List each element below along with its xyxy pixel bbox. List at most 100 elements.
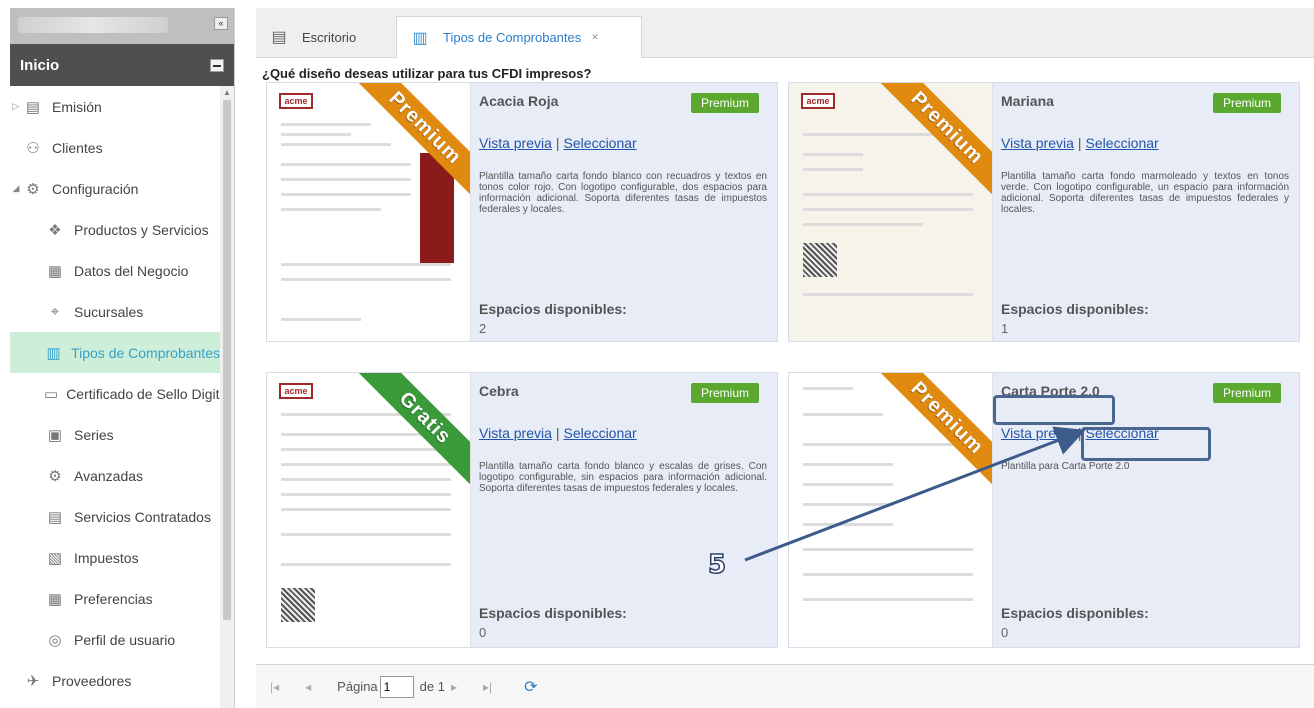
last-page-icon[interactable]: ▸|	[483, 680, 492, 694]
config-icon: ⚙	[26, 180, 40, 198]
acme-logo: acme	[279, 93, 313, 109]
sidebar-item-avanzadas[interactable]: ⚙ Avanzadas	[10, 455, 234, 496]
sidebar-item-series[interactable]: ▣ Series	[10, 414, 234, 455]
first-page-icon[interactable]: |◂	[270, 680, 279, 694]
tab-label: Escritorio	[302, 29, 357, 45]
template-thumbnail[interactable]: acme Premium	[267, 83, 471, 341]
services-icon: ▤	[47, 508, 63, 526]
pagination-bar: |◂ ◂ Página de 1 ▸ ▸| ⟳	[256, 664, 1314, 708]
series-icon: ▣	[47, 426, 63, 444]
close-tab-icon[interactable]: ✕	[591, 32, 599, 43]
spaces-label: Espacios disponibles:	[1001, 605, 1149, 621]
scrollbar-thumb[interactable]	[223, 100, 231, 620]
preview-link[interactable]: Vista previa	[479, 135, 552, 151]
sidebar-item-tipos-comprobantes[interactable]: ▥ Tipos de Comprobantes	[10, 332, 234, 373]
sidebar-item-certificado[interactable]: ▭ Certificado de Sello Digital	[10, 373, 234, 414]
template-title: Cebra	[479, 383, 519, 399]
sidebar-item-configuracion[interactable]: ◢ ⚙ Configuración	[10, 168, 234, 209]
tab-bar: ▤ Escritorio ▥ Tipos de Comprobantes ✕	[256, 8, 1314, 58]
sidebar-item-servicios[interactable]: ▤ Servicios Contratados	[10, 496, 234, 537]
select-link[interactable]: Seleccionar	[564, 425, 637, 441]
sidebar-item-label: Sucursales	[74, 303, 144, 320]
preview-link[interactable]: Vista previa	[1001, 425, 1074, 441]
branch-icon: ⌖	[50, 303, 60, 320]
sidebar-top-bar: «	[10, 8, 234, 44]
template-thumbnail[interactable]: acme Gratis	[267, 373, 471, 647]
blurred-logo	[18, 17, 168, 33]
sidebar-item-perfil[interactable]: ◎ Perfil de usuario	[10, 619, 234, 660]
sidebar-item-label: Tipos de Comprobantes	[71, 344, 220, 361]
sidebar-scrollbar[interactable]: ▲	[220, 86, 234, 708]
sidebar-item-label: Perfil de usuario	[74, 631, 176, 648]
template-card-acacia-roja: acme Premium Acacia Roja Premium Vista p…	[266, 82, 778, 342]
premium-badge: Premium	[1212, 383, 1281, 403]
sidebar-item-datos-negocio[interactable]: ▦ Datos del Negocio	[10, 250, 234, 291]
refresh-icon[interactable]: ⟳	[524, 677, 537, 697]
desktop-icon: ▤	[271, 29, 287, 46]
sidebar-item-label: Productos y Servicios	[74, 221, 209, 238]
sidebar-header[interactable]: Inicio	[10, 44, 234, 86]
sidebar-item-sucursales[interactable]: ⌖ Sucursales	[10, 291, 234, 332]
preview-link[interactable]: Vista previa	[479, 425, 552, 441]
template-thumbnail[interactable]: Premium	[789, 373, 993, 647]
emision-icon: ▤	[25, 98, 41, 116]
template-thumbnail[interactable]: acme Premium	[789, 83, 993, 341]
sidebar-item-emision[interactable]: ▷ ▤ Emisión	[10, 86, 234, 127]
taxes-icon: ▧	[47, 549, 63, 567]
sidebar-item-label: Emisión	[52, 98, 102, 115]
template-links: Vista previa | Seleccionar	[479, 135, 637, 151]
sidebar-item-label: Clientes	[52, 139, 103, 156]
tab-escritorio[interactable]: ▤ Escritorio	[256, 16, 394, 58]
collapse-sidebar-button[interactable]: «	[214, 17, 228, 30]
sidebar-item-productos[interactable]: ❖ Productos y Servicios	[10, 209, 234, 250]
premium-badge: Premium	[690, 383, 759, 403]
sidebar-item-proveedores[interactable]: ✈ Proveedores	[10, 660, 234, 701]
template-description: Plantilla tamaño carta fondo marmoleado …	[1001, 171, 1289, 215]
advanced-icon: ⚙	[48, 467, 62, 485]
spaces-label: Espacios disponibles:	[479, 301, 627, 317]
expand-arrow-icon[interactable]: ▷	[10, 101, 22, 112]
highlight-select-box	[1081, 427, 1211, 461]
page-question: ¿Qué diseño deseas utilizar para tus CFD…	[262, 66, 592, 81]
sidebar-item-label: Impuestos	[74, 549, 139, 566]
template-description: Plantilla para Carta Porte 2.0	[1001, 461, 1130, 472]
step-number-annotation: 5	[707, 549, 727, 581]
select-link[interactable]: Seleccionar	[564, 135, 637, 151]
preview-link[interactable]: Vista previa	[1001, 135, 1074, 151]
select-link[interactable]: Seleccionar	[1086, 135, 1159, 151]
collapse-arrow-icon[interactable]: ◢	[10, 183, 22, 194]
template-links: Vista previa | Seleccionar	[479, 425, 637, 441]
template-grid: acme Premium Acacia Roja Premium Vista p…	[266, 82, 1314, 648]
sidebar-item-impuestos[interactable]: ▧ Impuestos	[10, 537, 234, 578]
sidebar-item-label: Avanzadas	[74, 467, 144, 484]
template-title: Mariana	[1001, 93, 1054, 109]
products-icon: ❖	[48, 221, 62, 239]
sidebar-item-clientes[interactable]: ⚇ Clientes	[10, 127, 234, 168]
premium-badge: Premium	[1212, 93, 1281, 113]
spaces-value: 0	[479, 625, 487, 640]
next-page-icon[interactable]: ▸	[451, 680, 457, 694]
spaces-label: Espacios disponibles:	[479, 605, 627, 621]
user-profile-icon: ◎	[48, 631, 62, 649]
sidebar-item-label: Preferencias	[74, 590, 153, 607]
business-icon: ▦	[47, 262, 63, 280]
template-card-mariana: acme Premium Mariana Premium Vista previ…	[788, 82, 1300, 342]
certificate-icon: ▭	[44, 385, 59, 403]
free-ribbon: Gratis	[354, 373, 470, 489]
minimize-icon[interactable]	[210, 58, 224, 72]
template-card-carta-porte: Premium Carta Porte 2.0 Premium Vista pr…	[788, 372, 1300, 648]
sidebar-item-preferencias[interactable]: ▦ Preferencias	[10, 578, 234, 619]
qr-code	[281, 588, 315, 622]
clients-icon: ⚇	[26, 139, 40, 157]
template-title: Acacia Roja	[479, 93, 559, 109]
main-panel: ▤ Escritorio ▥ Tipos de Comprobantes ✕ ¿…	[256, 8, 1314, 708]
tab-tipos-comprobantes[interactable]: ▥ Tipos de Comprobantes ✕	[396, 16, 642, 58]
sidebar-item-label: Configuración	[52, 180, 139, 197]
sidebar-item-label: Datos del Negocio	[74, 262, 189, 279]
page-input[interactable]	[379, 675, 414, 698]
template-links: Vista previa | Seleccionar	[1001, 135, 1159, 151]
scroll-up-icon[interactable]: ▲	[223, 88, 231, 97]
prev-page-icon[interactable]: ◂	[305, 680, 311, 694]
page-label: Página	[337, 679, 378, 694]
tab-label: Tipos de Comprobantes	[443, 30, 582, 45]
